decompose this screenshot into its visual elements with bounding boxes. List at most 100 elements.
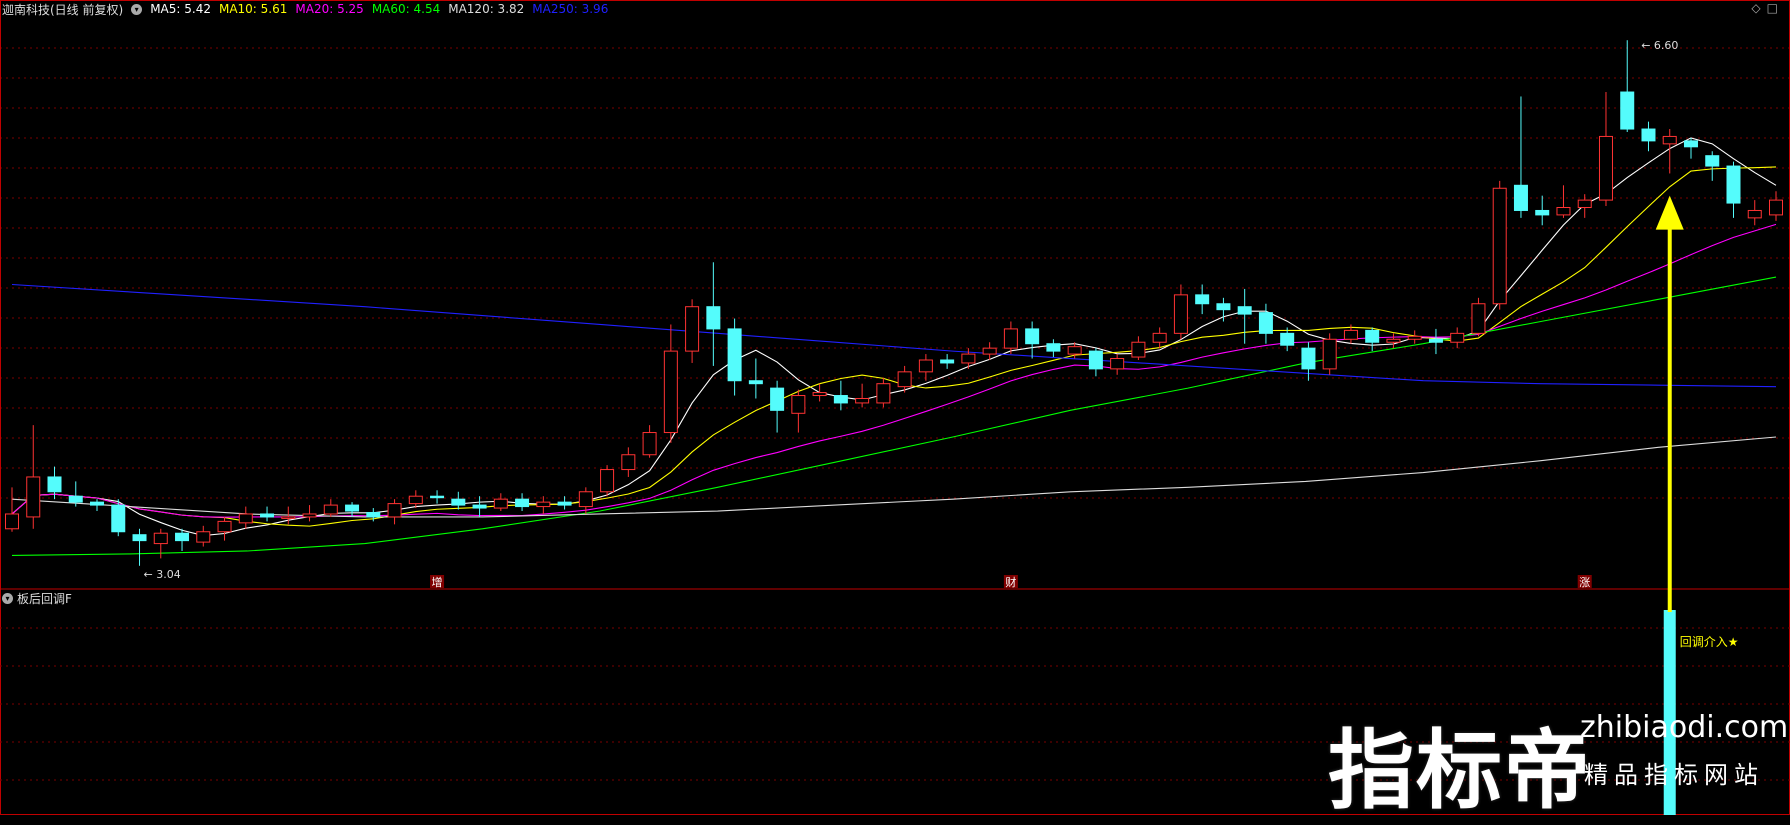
candle	[217, 516, 232, 541]
candle	[642, 425, 657, 458]
ma120-value: MA120: 3.82	[448, 2, 525, 16]
ma250-value: MA250: 3.96	[532, 2, 609, 16]
stock-chart-window: ← 6.60 ← 3.04 增 财 涨 回调介入★ 迦南科技(日线 前复权) ▾ MA5…	[0, 0, 1790, 821]
candle	[1726, 161, 1741, 218]
event-marker[interactable]: 财	[1003, 575, 1018, 589]
ma250-line	[11, 283, 1777, 388]
candle	[472, 496, 487, 517]
candle	[1407, 330, 1422, 344]
candle	[748, 358, 763, 399]
watermark-slogan: 精品指标网站	[1584, 761, 1764, 789]
candle	[1577, 194, 1592, 218]
candle	[111, 499, 126, 537]
candle	[1195, 284, 1210, 315]
candle	[1492, 180, 1507, 310]
svg-text:涨: 涨	[1579, 576, 1590, 589]
candle	[1131, 336, 1146, 360]
event-marker[interactable]: 涨	[1577, 575, 1592, 589]
candle	[408, 490, 423, 509]
ma10-value: MA10: 5.61	[218, 2, 288, 16]
candle	[791, 389, 806, 433]
candle	[1110, 354, 1125, 375]
candle	[1450, 327, 1465, 349]
candle	[196, 525, 211, 547]
candle	[175, 528, 190, 551]
candles: ← 6.60 ← 3.04 增 财 涨	[5, 39, 1783, 589]
svg-text:财: 财	[1005, 575, 1016, 589]
candlestick-chart[interactable]: ← 6.60 ← 3.04 增 财 涨 回调介入★	[0, 0, 1790, 815]
ma120-line	[11, 436, 1777, 518]
ma5-value: MA5: 5.42	[150, 2, 211, 16]
svg-text:增: 增	[432, 575, 443, 589]
candle	[1152, 327, 1167, 349]
candle	[1088, 348, 1103, 377]
stock-title: 迦南科技(日线 前复权)	[2, 2, 124, 17]
candle	[1683, 137, 1698, 159]
candle	[918, 354, 933, 381]
candle	[90, 499, 105, 512]
candle	[302, 505, 317, 522]
moving-average-lines	[11, 137, 1777, 556]
ma60-value: MA60: 4.54	[371, 2, 441, 16]
low-price-label: ← 3.04	[144, 568, 181, 581]
candle	[1705, 151, 1720, 181]
candle	[1301, 342, 1316, 381]
candle	[493, 493, 508, 512]
candle	[1003, 321, 1018, 355]
candle	[1513, 96, 1528, 218]
indicator-dropdown-icon[interactable]: ▾	[2, 593, 13, 604]
candle	[1428, 328, 1443, 355]
candle	[706, 262, 721, 366]
candle	[323, 499, 338, 517]
candle	[812, 383, 827, 402]
candle	[1556, 185, 1571, 218]
candle	[685, 299, 700, 363]
candle	[855, 383, 870, 408]
candle	[26, 425, 41, 529]
arrow-head-icon	[1655, 195, 1684, 230]
candle	[1769, 191, 1783, 221]
window-control-icons[interactable]: ◇□	[1751, 1, 1784, 15]
candle	[1620, 40, 1635, 132]
candle	[1471, 297, 1486, 337]
indicator-header: ▾ 板后回调F	[2, 590, 72, 607]
candle	[536, 496, 551, 514]
ma20-line	[11, 223, 1777, 518]
candle	[153, 528, 168, 559]
candle	[260, 506, 275, 522]
chart-header: 迦南科技(日线 前复权) ▾ MA5: 5.42 MA10: 5.61 MA20…	[2, 1, 608, 17]
candle	[1365, 327, 1380, 352]
candle	[451, 491, 466, 510]
candle	[1641, 121, 1656, 152]
candle	[1598, 92, 1613, 207]
candle	[1258, 303, 1273, 344]
candle	[727, 318, 742, 396]
price-grid	[0, 0, 1790, 815]
candle	[876, 377, 891, 408]
candle	[238, 506, 253, 529]
event-marker[interactable]: 增	[430, 575, 445, 589]
candle	[1535, 195, 1550, 226]
candle	[1237, 288, 1252, 344]
candle	[515, 493, 530, 512]
candle	[770, 380, 785, 433]
settings-dropdown-icon[interactable]: ▾	[131, 3, 143, 15]
watermark-url: zhibiaodi.com	[1580, 710, 1789, 745]
candle	[663, 324, 678, 443]
candle	[387, 499, 402, 525]
candle	[1173, 284, 1188, 340]
indicator-title: 板后回调F	[17, 592, 72, 606]
ma60-line	[11, 276, 1777, 556]
candle	[1747, 200, 1762, 226]
candle	[833, 380, 848, 411]
candle	[1322, 333, 1337, 375]
high-price-label: ← 6.60	[1641, 39, 1678, 52]
ma20-value: MA20: 5.25	[295, 2, 364, 16]
candle	[557, 496, 572, 510]
candle	[1386, 333, 1401, 349]
candle	[132, 528, 147, 566]
candle	[345, 502, 360, 517]
candle	[430, 490, 445, 504]
candle	[1025, 321, 1040, 359]
watermark-brand: 指标帝	[1328, 721, 1592, 821]
